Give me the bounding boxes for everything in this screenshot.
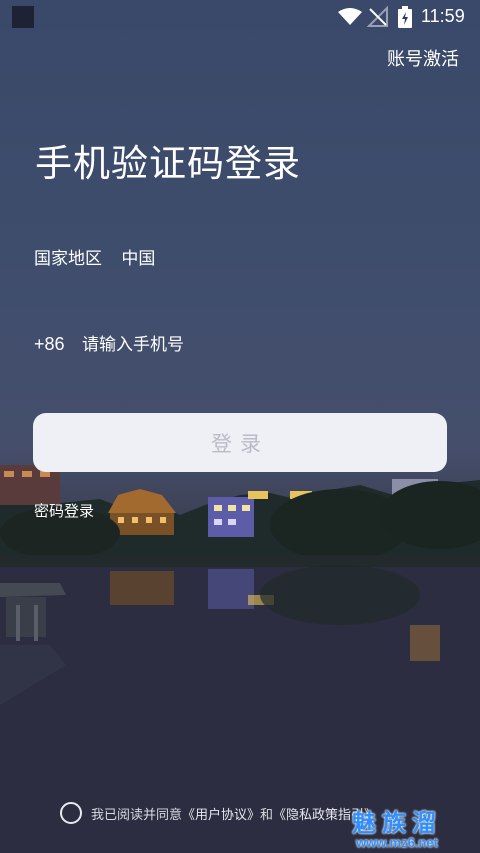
country-code[interactable]: +86 bbox=[34, 334, 65, 354]
login-screen: 11:59 账号激活 手机验证码登录 国家地区 中国 +86 请输入手机号 登录… bbox=[0, 0, 480, 853]
app-square-icon bbox=[12, 6, 34, 28]
status-time: 11:59 bbox=[421, 6, 465, 26]
phone-input[interactable]: +86 请输入手机号 bbox=[34, 330, 444, 356]
page-title: 手机验证码登录 bbox=[35, 142, 301, 185]
site-watermark: 魅族溜 www.mz6.net bbox=[332, 810, 462, 852]
no-signal-icon bbox=[367, 6, 388, 27]
region-value: 中国 bbox=[121, 249, 156, 269]
user-agreement-link[interactable]: 《用户协议》 bbox=[182, 808, 260, 823]
password-login-link[interactable]: 密码登录 bbox=[34, 500, 94, 521]
login-button-label: 登录 bbox=[211, 431, 269, 456]
agree-and: 和 bbox=[260, 807, 274, 823]
region-label: 国家地区 bbox=[34, 249, 102, 269]
login-button[interactable]: 登录 bbox=[33, 413, 447, 472]
watermark-line1: 魅族溜 bbox=[352, 809, 442, 837]
watermark-line2: www.mz6.net bbox=[356, 835, 438, 850]
agree-prefix: 我已阅读并同意 bbox=[91, 807, 183, 823]
agree-checkbox[interactable] bbox=[60, 802, 82, 824]
wifi-icon bbox=[338, 8, 362, 25]
status-bar: 11:59 bbox=[0, 0, 480, 34]
battery-charging-icon bbox=[398, 6, 412, 28]
agreement-row: 我已阅读并同意《用户协议》和《隐私政策指引》 bbox=[60, 800, 377, 826]
phone-placeholder: 请输入手机号 bbox=[81, 335, 184, 355]
account-activate-link[interactable]: 账号激活 bbox=[387, 45, 459, 71]
region-selector[interactable]: 国家地区 中国 bbox=[34, 244, 155, 270]
